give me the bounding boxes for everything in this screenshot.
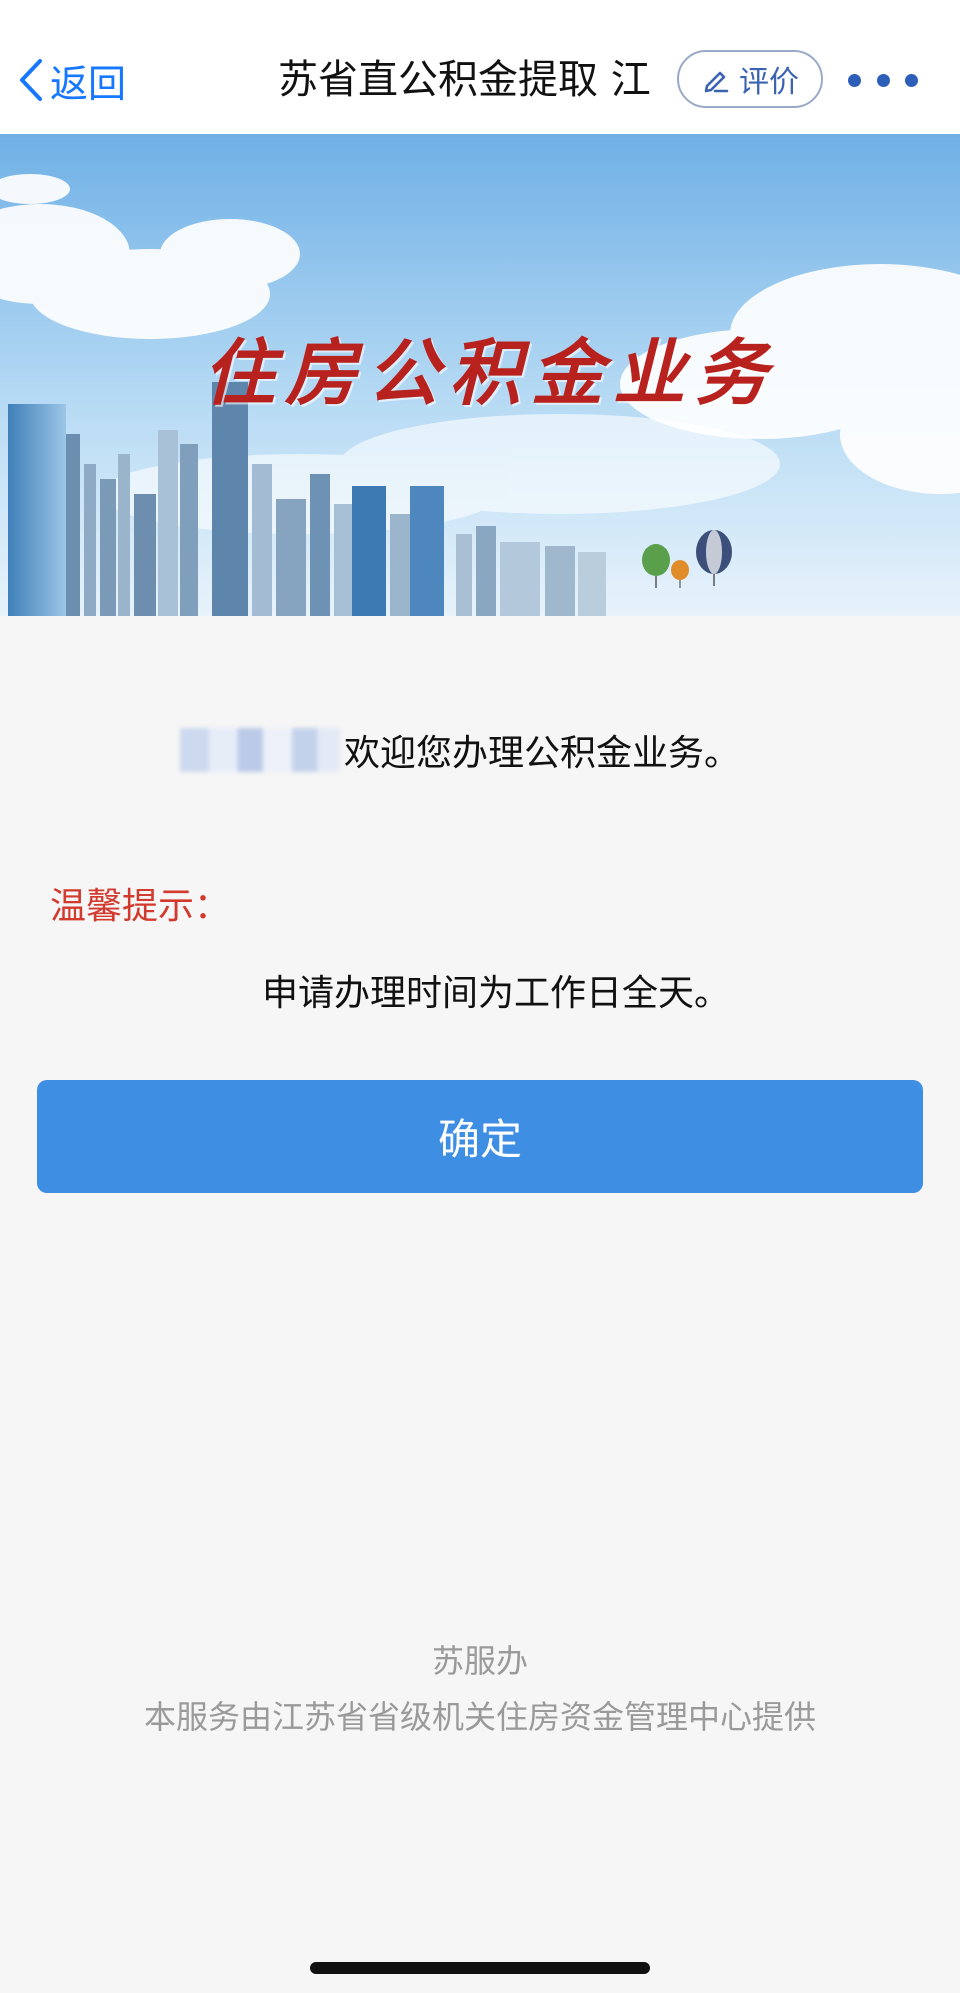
more-dots-icon (876, 73, 890, 87)
back-button[interactable]: 返回 (18, 52, 126, 108)
banner-title: 住房公积金业务 (202, 330, 777, 415)
chevron-left-icon (20, 59, 42, 101)
pencil-icon (704, 71, 729, 93)
confirm-button[interactable]: 确定 (37, 1080, 923, 1193)
masked-user-name (180, 728, 340, 772)
home-indicator[interactable] (310, 1962, 650, 1974)
more-dots-icon (848, 73, 861, 87)
back-label: 返回 (50, 61, 127, 106)
page: 返回 苏省直公积金提取 江 评价 住房公积金业务 欢迎您办理公积金业务。 温馨提… (0, 0, 960, 1993)
rate-button[interactable]: 评价 (677, 50, 823, 108)
footer-provider: 本服务由江苏省省级机关住房资金管理中心提供 (143, 1698, 816, 1736)
tip-label: 温馨提示： (50, 886, 231, 927)
welcome-line: 欢迎您办理公积金业务。 (180, 720, 740, 780)
nav-bar: 返回 苏省直公积金提取 江 评价 (0, 0, 960, 134)
page-title: 苏省直公积金提取 江 (278, 57, 651, 103)
more-button[interactable] (848, 62, 918, 98)
footer-brand: 苏服办 (431, 1642, 528, 1680)
welcome-text: 欢迎您办理公积金业务。 (344, 733, 741, 774)
rate-label: 评价 (739, 65, 799, 100)
more-dots-icon (905, 73, 918, 87)
tip-text: 申请办理时间为工作日全天。 (262, 973, 731, 1014)
banner: 住房公积金业务 (0, 134, 960, 616)
